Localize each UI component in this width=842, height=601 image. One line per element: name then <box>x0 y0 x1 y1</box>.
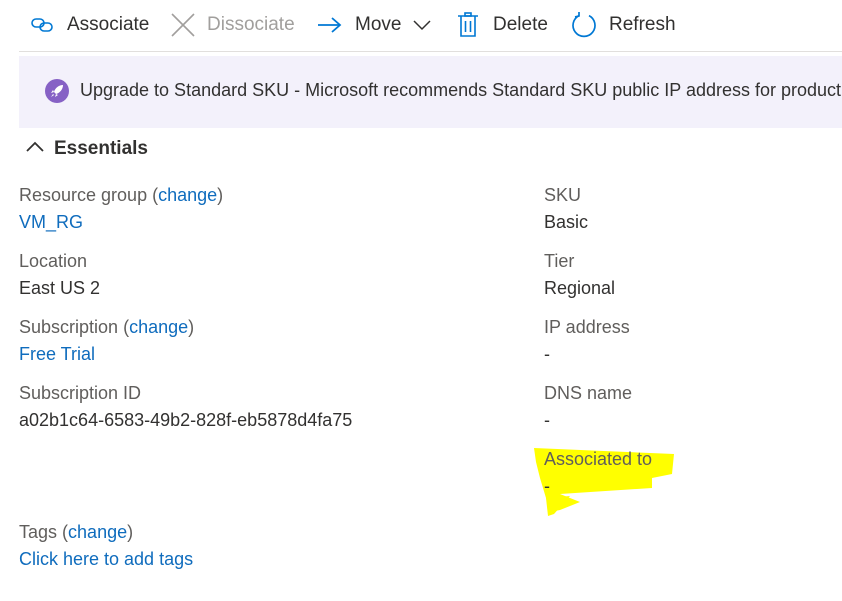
essentials-title: Essentials <box>54 138 148 159</box>
ip-address-value: - <box>544 344 550 364</box>
refresh-label: Refresh <box>609 14 676 35</box>
rocket-icon <box>45 79 69 103</box>
resource-group-label-row: Resource group (change) <box>19 185 223 206</box>
dissociate-button[interactable]: Dissociate <box>170 8 295 42</box>
x-icon <box>170 12 196 38</box>
sku-label: SKU <box>544 185 582 205</box>
subscription-id-value: a02b1c64-6583-49b2-828f-eb5878d4fa75 <box>19 410 353 430</box>
upgrade-banner[interactable]: Upgrade to Standard SKU - Microsoft reco… <box>19 56 842 128</box>
subscription-label: Subscription <box>19 317 119 337</box>
tags-label-row: Tags (change) <box>19 522 133 543</box>
resource-group-paren-close: ) <box>217 185 224 205</box>
resource-group-link[interactable]: VM_RG <box>19 212 83 233</box>
move-button[interactable]: Move <box>317 8 431 42</box>
delete-button[interactable]: Delete <box>457 8 548 42</box>
subscription-paren-close: ) <box>188 317 195 337</box>
associated-to-label: Associated to <box>544 449 653 469</box>
command-bar: Associate Dissociate Move Delete Refresh <box>0 0 842 52</box>
dns-name-label: DNS name <box>544 383 633 403</box>
arrow-right-icon <box>317 15 343 35</box>
delete-label: Delete <box>493 14 548 35</box>
banner-message: Upgrade to Standard SKU - Microsoft reco… <box>80 80 842 100</box>
location-value: East US 2 <box>19 278 101 298</box>
ip-address-label: IP address <box>544 317 630 337</box>
tier-label: Tier <box>544 251 575 271</box>
subscription-id-label: Subscription ID <box>19 383 142 403</box>
chevron-down-icon <box>413 19 431 31</box>
add-tags-link[interactable]: Click here to add tags <box>19 549 193 570</box>
associate-button[interactable]: Associate <box>30 8 149 42</box>
change-tags-link[interactable]: change <box>68 522 127 542</box>
change-subscription-link[interactable]: change <box>129 317 188 337</box>
refresh-button[interactable]: Refresh <box>570 8 676 42</box>
associate-label: Associate <box>67 14 150 35</box>
sku-value: Basic <box>544 212 589 232</box>
toolbar-divider <box>19 51 842 52</box>
subscription-link[interactable]: Free Trial <box>19 344 95 365</box>
tags-label: Tags <box>19 522 58 542</box>
tier-value: Regional <box>544 278 616 298</box>
resource-group-label: Resource group <box>19 185 148 205</box>
associated-to-value: - <box>544 476 550 496</box>
tags-paren-close: ) <box>127 522 134 542</box>
essentials-toggle[interactable]: Essentials <box>26 138 148 160</box>
link-icon <box>30 15 56 35</box>
chevron-up-icon <box>26 140 44 158</box>
move-label: Move <box>355 14 402 35</box>
trash-icon <box>457 12 479 38</box>
location-label: Location <box>19 251 88 271</box>
dissociate-label: Dissociate <box>207 14 295 35</box>
change-resource-group-link[interactable]: change <box>158 185 217 205</box>
dns-name-value: - <box>544 410 550 430</box>
subscription-label-row: Subscription (change) <box>19 317 194 338</box>
refresh-icon <box>570 11 598 39</box>
